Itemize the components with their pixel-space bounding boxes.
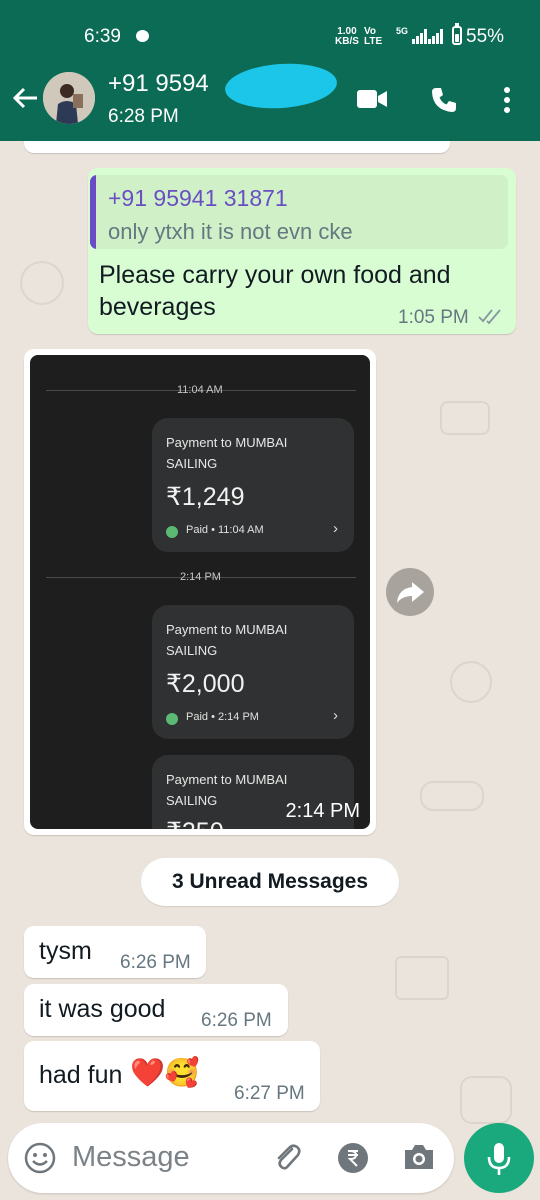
forward-icon bbox=[397, 582, 424, 603]
payment-amount: ₹1,249 bbox=[166, 483, 245, 511]
wallpaper-doodle bbox=[20, 261, 64, 305]
incoming-message[interactable]: it was good 6:26 PM bbox=[24, 984, 288, 1036]
volte-indicator: Vo LTE bbox=[364, 27, 382, 47]
check-circle-icon bbox=[166, 526, 178, 538]
microphone-icon bbox=[487, 1143, 511, 1175]
message-text: tysm bbox=[39, 937, 92, 965]
message-time: 1:05 PM bbox=[398, 307, 469, 328]
previous-message-edge bbox=[24, 141, 450, 153]
incoming-message[interactable]: had fun ❤️🥰 6:27 PM bbox=[24, 1041, 320, 1111]
video-camera-icon[interactable] bbox=[356, 86, 388, 117]
camera-icon[interactable] bbox=[402, 1142, 436, 1177]
network-speed-unit: KB/S bbox=[335, 36, 359, 47]
message-text-line-2: beverages bbox=[99, 293, 216, 321]
avatar[interactable] bbox=[43, 72, 95, 124]
arrow-left-icon[interactable] bbox=[10, 83, 40, 113]
quoted-text: only ytxh it is not evn cke bbox=[108, 219, 353, 244]
battery-percent: 55% bbox=[466, 26, 505, 47]
signal-strength-icon-2 bbox=[428, 29, 444, 44]
chat-notification-icon bbox=[136, 30, 149, 42]
payment-amount: ₹2,000 bbox=[166, 670, 245, 698]
quoted-author: +91 95941 31871 bbox=[108, 185, 288, 211]
redaction-mark bbox=[223, 60, 339, 112]
screenshot-time-label: 2:14 PM bbox=[180, 571, 221, 583]
wallpaper-doodle bbox=[395, 956, 449, 1000]
more-vertical-icon[interactable] bbox=[503, 86, 511, 119]
wallpaper-doodle bbox=[440, 401, 490, 435]
unread-divider: 3 Unread Messages bbox=[141, 858, 399, 906]
network-type: 5G bbox=[396, 26, 409, 36]
chevron-right-icon: › bbox=[333, 707, 338, 724]
payment-title: Payment to MUMBAI SAILING bbox=[166, 435, 288, 471]
message-input[interactable]: Message bbox=[72, 1141, 190, 1174]
chat-area[interactable]: +91 95941 31871 only ytxh it is not evn … bbox=[0, 141, 540, 1200]
payment-status: Paid • 11:04 AM bbox=[186, 524, 264, 536]
wallpaper-doodle bbox=[450, 661, 492, 703]
paperclip-icon[interactable] bbox=[270, 1140, 304, 1179]
message-text: had fun bbox=[39, 1061, 123, 1089]
payment-amount: ₹250 bbox=[166, 817, 224, 829]
quoted-message[interactable]: +91 95941 31871 only ytxh it is not evn … bbox=[90, 175, 508, 249]
payment-screenshot[interactable]: 11:04 AM Payment to MUMBAI SAILING ₹1,249… bbox=[30, 355, 370, 829]
chevron-right-icon: › bbox=[333, 520, 338, 537]
message-text-line-1: Please carry your own food and bbox=[99, 261, 451, 289]
outgoing-message[interactable]: +91 95941 31871 only ytxh it is not evn … bbox=[88, 168, 516, 334]
message-time: 6:27 PM bbox=[234, 1083, 305, 1104]
rupee-icon[interactable] bbox=[337, 1142, 369, 1179]
contact-name[interactable]: +91 9594 bbox=[108, 70, 209, 98]
emoji-icon[interactable] bbox=[24, 1142, 56, 1179]
network-speed: 1.00 KB/S bbox=[335, 27, 359, 47]
mic-button[interactable] bbox=[464, 1123, 534, 1193]
incoming-message[interactable]: tysm 6:26 PM bbox=[24, 926, 206, 978]
contact-subtitle: 6:28 PM bbox=[108, 106, 179, 127]
image-message-time: 2:14 PM bbox=[285, 800, 360, 822]
message-text: it was good bbox=[39, 995, 166, 1023]
payment-title: Payment to MUMBAI SAILING bbox=[166, 622, 288, 658]
quote-bar bbox=[90, 175, 96, 249]
payment-card: Payment to MUMBAI SAILING ₹1,249 Paid • 1… bbox=[152, 418, 354, 552]
payment-status: Paid • 2:14 PM bbox=[186, 711, 259, 723]
volte-bottom: LTE bbox=[364, 36, 383, 47]
payment-title: Payment to MUMBAI SAILING bbox=[166, 772, 288, 808]
battery-icon bbox=[452, 26, 462, 45]
check-circle-icon bbox=[166, 713, 178, 725]
wallpaper-doodle bbox=[420, 781, 484, 811]
heart-smile-emoji: ❤️🥰 bbox=[130, 1057, 200, 1088]
signal-strength-icon bbox=[412, 29, 427, 44]
status-time: 6:39 bbox=[84, 26, 121, 47]
phone-icon[interactable] bbox=[430, 86, 458, 119]
double-check-icon bbox=[478, 308, 502, 329]
screenshot-time-label: 11:04 AM bbox=[177, 384, 223, 396]
message-time: 6:26 PM bbox=[120, 952, 191, 973]
wallpaper-doodle bbox=[460, 1076, 512, 1124]
forward-button[interactable] bbox=[386, 568, 434, 616]
payment-card: Payment to MUMBAI SAILING ₹2,000 Paid • 2… bbox=[152, 605, 354, 739]
app-header: 6:39 1.00 KB/S Vo LTE 5G 55% +91 9594 6:… bbox=[0, 0, 540, 141]
message-time: 6:26 PM bbox=[201, 1010, 272, 1031]
